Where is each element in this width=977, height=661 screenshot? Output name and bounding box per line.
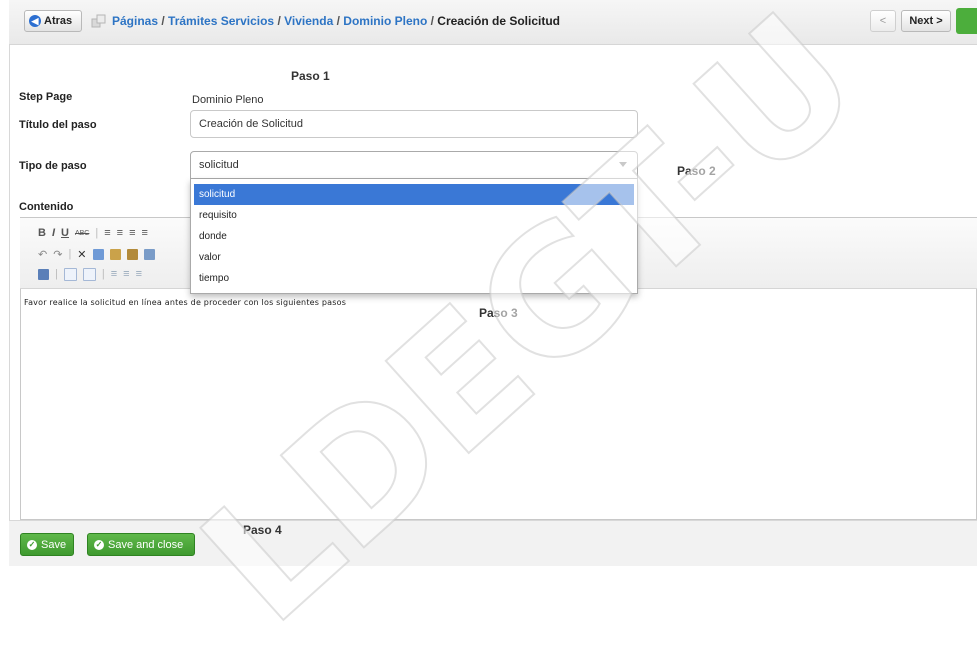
paste-word-icon[interactable]: [143, 248, 155, 260]
table-icon[interactable]: [63, 267, 77, 281]
edit-icon[interactable]: [38, 268, 49, 280]
annotation-paso-3: Paso 3: [479, 306, 518, 320]
annotation-paso-1: Paso 1: [291, 69, 330, 83]
step-page-value: Dominio Pleno: [192, 94, 264, 106]
toolbar-row-table: | | ≡ ≡ ≡: [38, 267, 142, 281]
step-type-select[interactable]: solicitud: [190, 151, 638, 179]
breadcrumb-current: Creación de Solicitud: [437, 14, 560, 28]
step-type-selected-value: solicitud: [199, 159, 239, 171]
delete-row-icon[interactable]: ≡: [123, 268, 129, 280]
pages-icon: [91, 14, 106, 28]
annotation-paso-4: Paso 4: [243, 523, 282, 537]
insert-col-icon[interactable]: ≡: [136, 268, 142, 280]
save-and-close-label: Save and close: [108, 538, 184, 551]
redo-icon[interactable]: ↷: [53, 248, 62, 261]
check-icon: ✓: [27, 539, 37, 550]
save-button[interactable]: ✓ Save: [20, 533, 74, 556]
back-button[interactable]: ◀ Atras: [24, 10, 82, 32]
strikethrough-icon[interactable]: ABC: [75, 230, 89, 237]
cut-icon[interactable]: ✕: [77, 248, 86, 261]
undo-icon[interactable]: ↶: [38, 248, 47, 261]
copy-icon[interactable]: [92, 248, 104, 260]
bold-icon[interactable]: B: [38, 227, 46, 239]
italic-icon[interactable]: I: [52, 227, 55, 239]
back-arrow-icon: ◀: [29, 15, 41, 27]
paste-text-icon[interactable]: [126, 248, 138, 260]
title-label: Título del paso: [19, 119, 97, 131]
back-button-label: Atras: [44, 15, 73, 27]
underline-icon[interactable]: U: [61, 227, 69, 239]
chevron-down-icon: [619, 162, 627, 167]
breadcrumb-item-dominio[interactable]: Dominio Pleno: [343, 14, 427, 28]
editor-content-text: Favor realice la solicitud en línea ante…: [24, 298, 347, 307]
dropdown-option-requisito[interactable]: requisito: [194, 205, 634, 226]
content-label: Contenido: [19, 201, 74, 213]
breadcrumb-item-paginas[interactable]: Páginas: [112, 14, 158, 28]
step-type-dropdown: solicitud requisito donde valor tiempo: [190, 179, 638, 294]
next-button[interactable]: Next >: [901, 10, 951, 32]
dropdown-option-tiempo[interactable]: tiempo: [194, 268, 634, 289]
align-right-icon[interactable]: ≡: [129, 227, 135, 239]
annotation-paso-2: Paso 2: [677, 164, 716, 178]
breadcrumb-item-tramites[interactable]: Trámites Servicios: [168, 14, 274, 28]
breadcrumb-item-vivienda[interactable]: Vivienda: [284, 14, 333, 28]
dropdown-option-valor[interactable]: valor: [194, 247, 634, 268]
paste-icon[interactable]: [109, 248, 121, 260]
insert-row-icon[interactable]: ≡: [111, 268, 117, 280]
align-center-icon[interactable]: ≡: [117, 227, 123, 239]
align-justify-icon[interactable]: ≡: [142, 227, 148, 239]
step-page-label: Step Page: [19, 91, 73, 103]
green-action-button[interactable]: [956, 8, 977, 34]
check-icon: ✓: [94, 539, 104, 550]
step-title-input[interactable]: Creación de Solicitud: [190, 110, 638, 138]
toolbar-row-format: B I U ABC | ≡ ≡ ≡ ≡: [38, 227, 148, 239]
dropdown-option-donde[interactable]: donde: [194, 226, 634, 247]
table-props-icon[interactable]: [82, 267, 96, 281]
toolbar-row-edit: ↶ ↷ | ✕: [38, 247, 155, 261]
breadcrumb: Páginas / Trámites Servicios / Vivienda …: [112, 14, 560, 28]
prev-button[interactable]: <: [870, 10, 896, 32]
save-and-close-button[interactable]: ✓ Save and close: [87, 533, 195, 556]
align-left-icon[interactable]: ≡: [104, 227, 110, 239]
dropdown-option-solicitud[interactable]: solicitud: [194, 184, 634, 205]
step-type-label: Tipo de paso: [19, 160, 87, 172]
save-button-label: Save: [41, 538, 67, 551]
